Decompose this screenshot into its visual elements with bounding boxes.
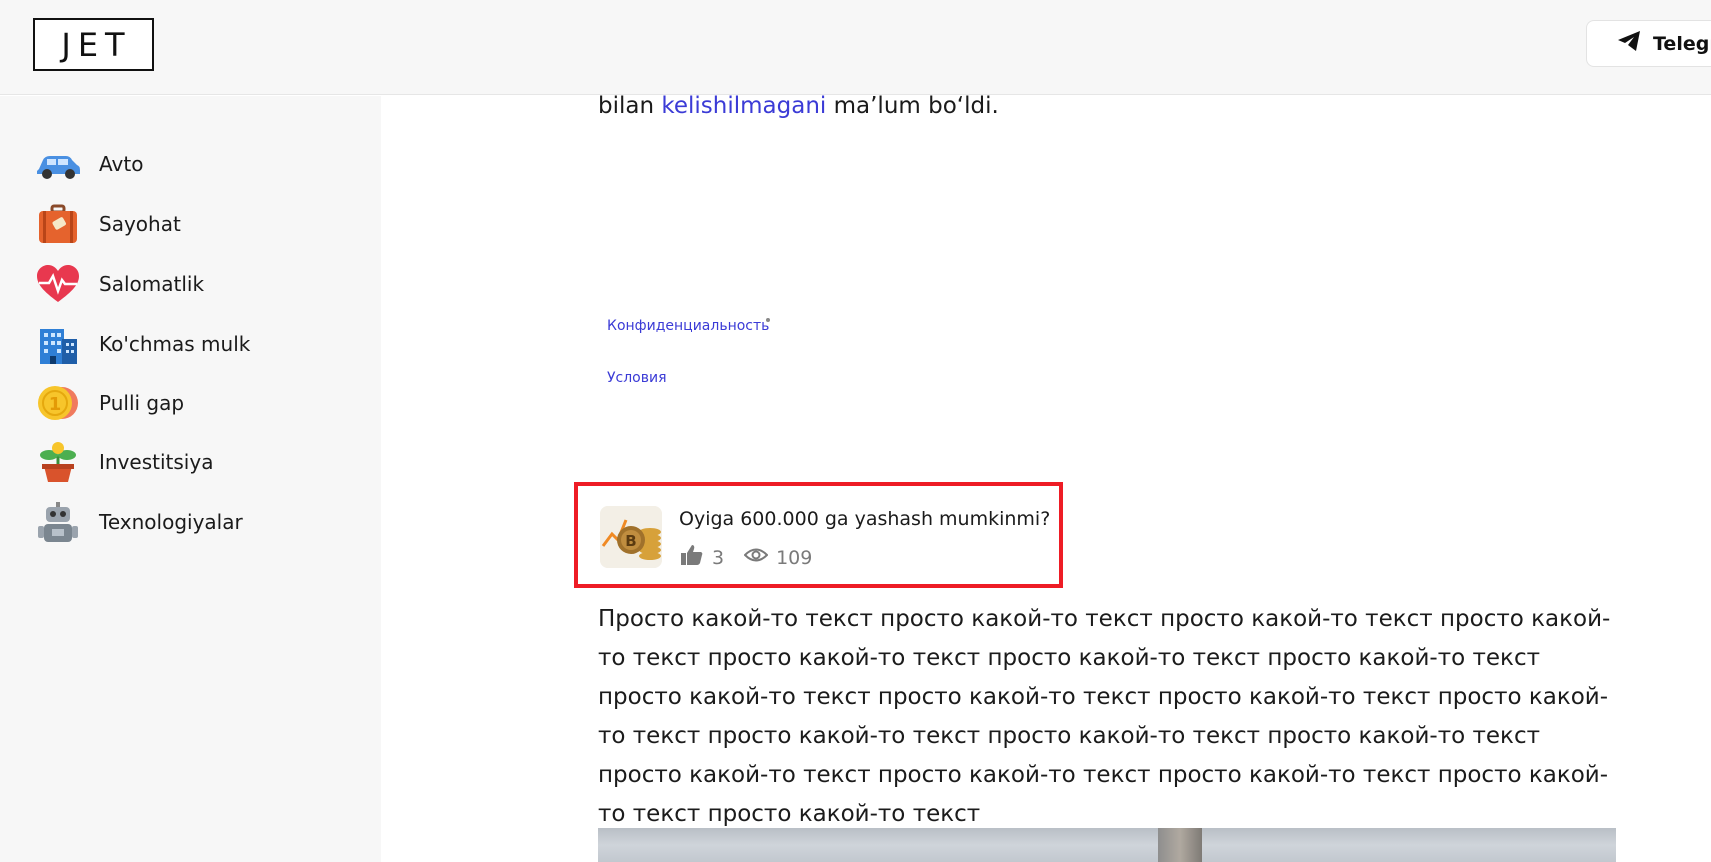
terms-link[interactable]: Условия [607,370,667,386]
sidebar-item-label: Avto [99,152,143,176]
sidebar-item-investitsiya[interactable]: Investitsiya [34,440,354,484]
coin-icon: 1 [34,381,82,425]
sidebar-item-label: Ko'chmas mulk [99,332,250,356]
sidebar-item-salomatlik[interactable]: Salomatlik [34,262,354,306]
thumbs-up-icon [680,544,704,571]
eye-icon [744,544,768,571]
related-article-card[interactable]: B Oyiga 600.000 ga yashash mumkinmi? 3 1… [574,482,1063,588]
sidebar-item-label: Investitsiya [99,450,213,474]
sidebar-item-avto[interactable]: Avto [34,142,354,186]
telegram-label: Telegr [1653,33,1711,55]
telegram-button[interactable]: Telegr [1586,20,1711,67]
robot-icon [34,500,82,544]
likes-count: 3 [712,547,724,569]
category-sidebar: Avto Sayohat Salomatlik Ko'chmas mulk 1 … [0,96,381,862]
article-thumbnail: B [600,506,662,568]
top-header: JET Telegr [0,0,1711,95]
plant-pot-icon [34,440,82,484]
separator-dot [766,318,770,322]
sidebar-item-sayohat[interactable]: Sayohat [34,202,354,246]
image-tower-detail [1158,828,1202,862]
car-icon [34,142,82,186]
inline-link[interactable]: kelishilmagani [661,93,826,119]
sidebar-item-label: Pulli gap [99,391,184,415]
suitcase-icon [34,202,82,246]
views-stat: 109 [744,544,812,571]
telegram-icon [1617,30,1641,57]
building-icon [34,322,82,366]
article-paragraph-end: bilan kelishilmagani ma’lum bo‘ldi. [598,93,999,119]
article-image [598,828,1616,862]
svg-text:B: B [625,532,636,550]
views-count: 109 [776,547,812,569]
article-body-paragraph: Просто какой-то текст просто какой-то те… [598,600,1618,834]
sidebar-item-label: Texnologiyalar [99,510,243,534]
article-stats: 3 109 [680,544,812,571]
sidebar-item-kochmas-mulk[interactable]: Ko'chmas mulk [34,322,354,366]
sidebar-item-texnologiyalar[interactable]: Texnologiyalar [34,500,354,544]
sidebar-item-label: Salomatlik [99,272,204,296]
heart-pulse-icon [34,262,82,306]
sidebar-item-label: Sayohat [99,212,181,236]
jet-logo[interactable]: JET [33,18,154,71]
sidebar-item-pulli-gap[interactable]: 1 Pulli gap [34,381,354,425]
related-article-title[interactable]: Oyiga 600.000 ga yashash mumkinmi? [679,508,1050,530]
svg-text:1: 1 [49,394,62,415]
privacy-link[interactable]: Конфиденциальность [607,318,769,334]
likes-stat[interactable]: 3 [680,544,724,571]
